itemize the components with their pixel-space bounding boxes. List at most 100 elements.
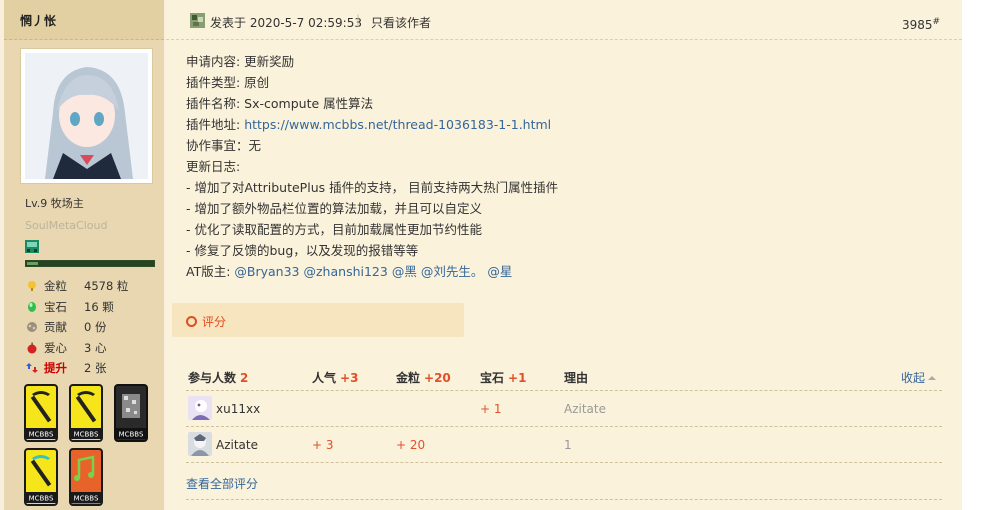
- plugin-address-link[interactable]: https://www.mcbbs.net/thread-1036183-1-1…: [244, 117, 551, 132]
- popularity-header: 人气 +3: [312, 369, 358, 386]
- gem-total: +1: [508, 371, 527, 385]
- view-all-ratings-link[interactable]: 查看全部评分: [186, 475, 258, 492]
- gold-label: 金粒: [396, 371, 421, 385]
- avatar[interactable]: [25, 53, 148, 179]
- changelog-title: 更新日志:: [186, 159, 241, 174]
- stat-value: 4578 粒: [84, 279, 129, 294]
- stat-gem: 宝石 16 颗: [26, 297, 161, 318]
- stat-promote: 提升 2 张: [26, 358, 161, 379]
- rater-popularity: + 3: [312, 438, 334, 452]
- apple-heart-icon: [27, 342, 37, 354]
- participants-count: 2: [240, 371, 249, 385]
- gold-header: 金粒 +20: [396, 369, 451, 386]
- author-stats: 金粒 4578 粒 宝石 16 颗 贡献 0 份 爱心 3 心 提升 2 张: [26, 276, 161, 379]
- plugin-type-line: 插件类型: 原创: [186, 75, 270, 90]
- collapse-label: 收起: [900, 371, 925, 385]
- medal-text: MCBBS: [29, 495, 54, 503]
- medal-text: MCBBS: [74, 431, 99, 439]
- moderators-label: AT版主:: [186, 264, 235, 279]
- page-right-gutter: [962, 0, 992, 510]
- author-avatar-frame[interactable]: [20, 48, 153, 184]
- address-label: 插件地址:: [186, 117, 245, 132]
- user-status-icon: [190, 13, 205, 28]
- diamond-pickaxe-medal-icon[interactable]: MCBBS: [24, 448, 58, 506]
- rater-reason: 1: [564, 438, 572, 452]
- reason-header: 理由: [564, 371, 589, 385]
- stat-label: 贡献: [44, 320, 67, 335]
- collab-line: 协作事宜：无: [186, 138, 262, 153]
- participants-header: 参与人数 2: [188, 369, 248, 386]
- participants-label: 参与人数: [188, 371, 237, 385]
- stat-label: 金粒: [44, 279, 67, 294]
- stat-love: 爱心 3 心: [26, 338, 161, 359]
- rater-gem: + 1: [480, 402, 502, 416]
- mention-link[interactable]: @黑: [392, 264, 417, 279]
- header-separator: |: [356, 13, 361, 27]
- medal-text: MCBBS: [29, 431, 54, 439]
- gold-total: +20: [424, 371, 451, 385]
- mention-link[interactable]: @Bryan33: [234, 264, 299, 279]
- rater-reason: Azitate: [564, 402, 606, 416]
- rate-circle-icon: [186, 316, 197, 327]
- stat-label[interactable]: 提升: [44, 360, 84, 376]
- author-sidebar: 惘丿怅 Lv.9 牧场主 SoulMetaCloud 金粒 4578 粒 宝石 …: [4, 0, 164, 510]
- pickaxe-medal-icon[interactable]: MCBBS: [24, 384, 58, 442]
- author-header: 惘丿怅: [4, 0, 164, 40]
- rater-gold: + 20: [396, 438, 426, 452]
- floor-number[interactable]: 3985#: [902, 17, 940, 32]
- gem-label: 宝石: [480, 371, 505, 385]
- mention-link[interactable]: @刘先生。: [421, 264, 484, 279]
- author-level[interactable]: Lv.9 牧场主: [25, 195, 84, 211]
- request-line: 申请内容: 更新奖励: [186, 54, 295, 69]
- music-medal-icon[interactable]: MCBBS: [69, 448, 103, 506]
- changelog-item: - 优化了读取配置的方式，目前加载属性更加节约性能: [186, 222, 482, 237]
- medal-text: MCBBS: [119, 431, 144, 439]
- group-icon: [25, 240, 39, 253]
- rating-table: 参与人数 2 人气 +3 金粒 +20 宝石 +1 理由 收起 xu11xx + 1 A…: [186, 359, 942, 500]
- author-username[interactable]: 惘丿怅: [20, 12, 56, 29]
- post-body: 发表于 2020-5-7 02:59:53 | 只看该作者 3985# 申请内容…: [166, 0, 962, 510]
- ore-medal-icon[interactable]: MCBBS: [114, 384, 148, 442]
- stat-value: 0 份: [84, 320, 107, 335]
- rate-area: 评分: [172, 303, 464, 337]
- collapse-arrow-icon: [928, 376, 936, 380]
- popularity-label: 人气: [312, 371, 337, 385]
- rater-name[interactable]: xu11xx: [216, 402, 260, 416]
- plugin-name-line: 插件名称: Sx-compute 属性算法: [186, 96, 374, 111]
- medal-text: MCBBS: [74, 495, 99, 503]
- table-row: xu11xx + 1 Azitate: [186, 391, 942, 427]
- changelog-item: - 修复了反馈的bug，以及发现的报错等等: [186, 243, 419, 258]
- moderators-line: AT版主: @Bryan33 @zhanshi123 @黑 @刘先生。 @星: [186, 261, 946, 282]
- user-avatar[interactable]: [188, 396, 212, 420]
- floor-mark: #: [932, 17, 941, 27]
- promote-icon: [26, 363, 38, 374]
- experience-fill: [27, 262, 38, 265]
- stat-value: 16 颗: [84, 299, 114, 314]
- rate-button-label: 评分: [202, 315, 227, 329]
- user-avatar[interactable]: [188, 432, 212, 456]
- collapse-button[interactable]: 收起: [901, 369, 936, 386]
- post-timestamp: 发表于 2020-5-7 02:59:53: [210, 16, 362, 30]
- plugin-address-line: 插件地址: https://www.mcbbs.net/thread-10361…: [186, 114, 946, 135]
- rating-table-header: 参与人数 2 人气 +3 金粒 +20 宝石 +1 理由 收起: [186, 359, 942, 391]
- experience-bar: [25, 260, 155, 267]
- pickaxe-medal-icon[interactable]: MCBBS: [69, 384, 103, 442]
- only-author-link[interactable]: 只看该作者: [371, 14, 431, 31]
- stat-gold: 金粒 4578 粒: [26, 276, 161, 297]
- changelog-item: - 增加了额外物品栏位置的算法加载，并且可以自定义: [186, 201, 482, 216]
- floor-number-value: 3985: [902, 18, 933, 32]
- contribution-icon: [27, 322, 37, 333]
- rate-button[interactable]: 评分: [186, 313, 226, 330]
- changelog-item: - 增加了对AttributePlus 插件的支持， 目前支持两大热门属性插件: [186, 180, 559, 195]
- stat-value: 3 心: [84, 340, 107, 355]
- gold-coin-icon: [28, 281, 36, 292]
- stat-contribution: 贡献 0 份: [26, 317, 161, 338]
- stat-value: 2 张: [84, 361, 107, 376]
- mention-link[interactable]: @zhanshi123: [304, 264, 388, 279]
- popularity-total: +3: [340, 371, 359, 385]
- rater-name[interactable]: Azitate: [216, 438, 258, 452]
- gem-header: 宝石 +1: [480, 369, 526, 386]
- mention-link[interactable]: @星: [487, 264, 512, 279]
- post-header: 发表于 2020-5-7 02:59:53 | 只看该作者 3985#: [166, 0, 962, 40]
- post-content: 申请内容: 更新奖励 插件类型: 原创 插件名称: Sx-compute 属性算…: [186, 51, 946, 282]
